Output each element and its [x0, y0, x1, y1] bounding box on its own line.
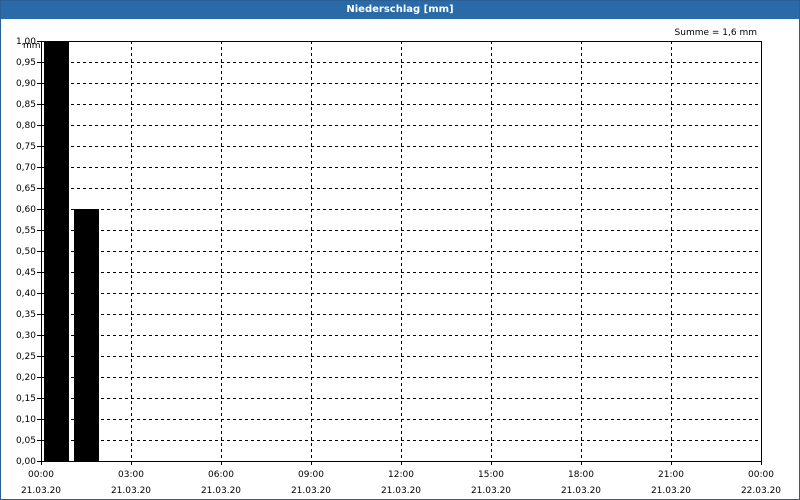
x-tick-label-date: 21.03.20 [651, 486, 691, 496]
x-tick-label-date: 21.03.20 [201, 486, 241, 496]
chart-canvas: 0,00 0,05 0,10 0,15 0,20 0,25 0,30 0,35 0,40 0,45… [16, 28, 781, 496]
x-tick-label-date: 22.03.20 [741, 486, 781, 496]
x-tick-label-time: 18:00 [568, 470, 594, 480]
x-tick-label-time: 12:00 [388, 470, 414, 480]
x-tick-label-date: 21.03.20 [291, 486, 331, 496]
y-tick-label: 0,75 [16, 142, 36, 152]
x-tick-label-time: 00:00 [28, 470, 54, 480]
x-tick-label-date: 21.03.20 [471, 486, 511, 496]
sum-annotation: Summe = 1,6 mm [675, 28, 757, 38]
y-tick-label: 0,45 [16, 268, 36, 278]
y-tick-label: 0,30 [16, 331, 36, 341]
x-tick-label-time: 15:00 [478, 470, 504, 480]
y-tick-label: 0,40 [16, 289, 36, 299]
x-tick-label-time: 03:00 [118, 470, 144, 480]
y-tick-label: 0,80 [16, 121, 36, 131]
y-tick-label: 0,00 [16, 457, 36, 467]
y-tick-label: 0,35 [16, 310, 36, 320]
chart-window: Niederschlag [mm] 0,00 0,05 0,10 0,15 0,20 0,… [0, 0, 800, 500]
grid-layer [41, 41, 761, 461]
y-tick-label: 0,65 [16, 184, 36, 194]
y-tick-label: 0,70 [16, 163, 36, 173]
y-tick-label: 0,15 [16, 394, 36, 404]
precip-bar [74, 209, 99, 461]
y-tick-label: 0,90 [16, 79, 36, 89]
precip-bar [44, 41, 69, 461]
y-tick-label: 0,60 [16, 205, 36, 215]
y-tick-label: 0,25 [16, 352, 36, 362]
x-tick-label-date: 21.03.20 [561, 486, 601, 496]
x-tick-label-date: 21.03.20 [21, 486, 61, 496]
y-tick-label: 0,50 [16, 247, 36, 257]
x-tick-label-date: 21.03.20 [111, 486, 151, 496]
y-tick-label: 0,05 [16, 436, 36, 446]
y-tick-label: 0,55 [16, 226, 36, 236]
y-tick-label: 0,95 [16, 58, 36, 68]
x-tick-label-time: 21:00 [658, 470, 684, 480]
x-tick-label-date: 21.03.20 [381, 486, 421, 496]
axes-layer: 0,00 0,05 0,10 0,15 0,20 0,25 0,30 0,35 0,40 0,45… [16, 37, 781, 496]
y-tick-label: 0,85 [16, 100, 36, 110]
x-tick-label-time: 00:00 [748, 470, 774, 480]
y-tick-label: 0,20 [16, 373, 36, 383]
y-axis-unit-label: mm [23, 41, 41, 51]
x-tick-label-time: 09:00 [298, 470, 324, 480]
x-tick-label-time: 06:00 [208, 470, 234, 480]
y-tick-label: 0,10 [16, 415, 36, 425]
